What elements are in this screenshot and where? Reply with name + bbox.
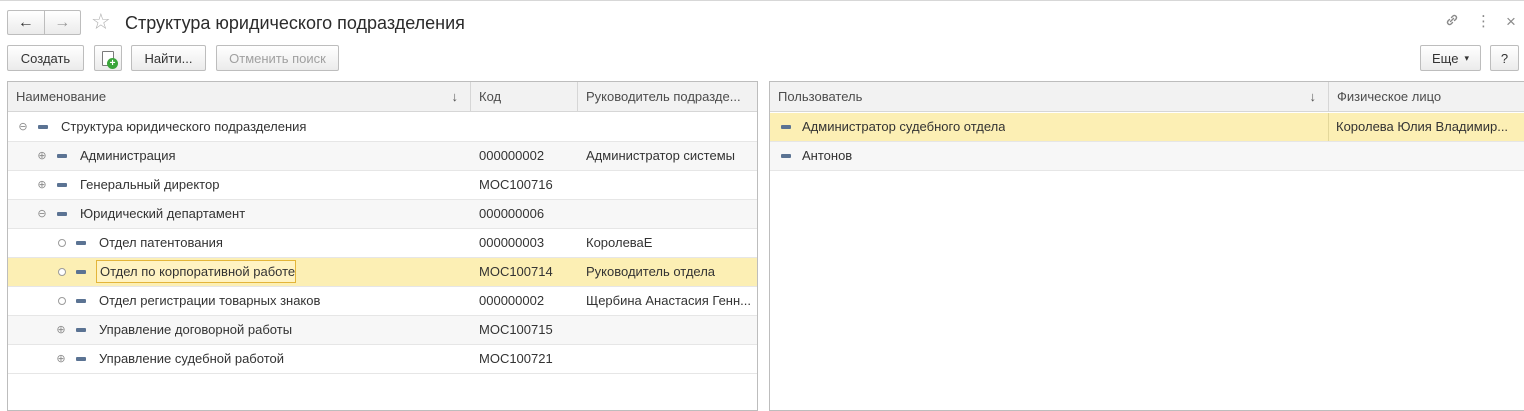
- chevron-down-icon: ▾: [1464, 52, 1469, 63]
- table-row[interactable]: Антонов: [770, 142, 1524, 171]
- more-vertical-icon[interactable]: ⋮: [1476, 12, 1491, 32]
- collapse-icon[interactable]: ⊖: [18, 113, 28, 141]
- row-code: 000000002: [479, 148, 545, 163]
- plus-badge: +: [107, 57, 118, 69]
- column-header-code[interactable]: Код: [471, 82, 578, 112]
- row-manager: Администратор системы: [586, 148, 735, 163]
- expand-icon[interactable]: ⊕: [56, 345, 66, 373]
- leaf-circle-icon: [58, 297, 66, 305]
- column-header-user[interactable]: Пользователь ↓: [770, 82, 1329, 112]
- collapse-icon[interactable]: ⊖: [37, 200, 47, 228]
- users-table[interactable]: Пользователь ↓ Физическое лицо Администр…: [769, 81, 1524, 411]
- row-user: Администратор судебного отдела: [802, 119, 1006, 134]
- page-title: Структура юридического подразделения: [125, 13, 465, 33]
- cancel-search-button[interactable]: Отменить поиск: [216, 45, 339, 71]
- table-header: Пользователь ↓ Физическое лицо: [770, 82, 1524, 112]
- item-icon: [76, 270, 86, 274]
- table-row[interactable]: ⊕ Управление договорной работы МОС100715: [8, 316, 757, 345]
- window-top-border: [0, 0, 1524, 1]
- more-button-label: Еще: [1432, 50, 1459, 66]
- document-add-icon: +: [102, 50, 118, 69]
- table-row[interactable]: ⊕ Управление судебной работой МОС100721: [8, 345, 757, 374]
- row-name: Юридический департамент: [80, 206, 246, 221]
- back-button[interactable]: ←: [8, 11, 44, 34]
- column-header-name-label: Наименование: [16, 89, 107, 104]
- group-item-icon: [76, 357, 86, 361]
- column-divider: [1328, 113, 1329, 141]
- row-code: МОС100716: [479, 177, 553, 192]
- row-code: МОС100721: [479, 351, 553, 366]
- table-row[interactable]: Отдел патентования 000000003 КоролеваЕ: [8, 229, 757, 258]
- arrow-right-icon: →: [54, 13, 71, 31]
- row-code: МОС100714: [479, 264, 553, 279]
- table-row[interactable]: ⊕ Администрация 000000002 Администратор …: [8, 142, 757, 171]
- column-header-user-label: Пользователь: [778, 89, 863, 104]
- sort-down-icon: ↓: [451, 89, 459, 104]
- table-row[interactable]: ⊕ Генеральный директор МОС100716: [8, 171, 757, 200]
- expand-icon[interactable]: ⊕: [37, 171, 47, 199]
- item-icon: [76, 299, 86, 303]
- sort-down-icon: ↓: [1309, 89, 1317, 104]
- row-name: Управление судебной работой: [99, 351, 284, 366]
- table-header: Наименование ↓ Код Руководитель подразде…: [8, 82, 757, 112]
- create-button[interactable]: Создать: [7, 45, 84, 71]
- item-icon: [76, 241, 86, 245]
- row-person: Королева Юлия Владимир...: [1336, 119, 1509, 134]
- table-row-selected[interactable]: Администратор судебного отдела Королева …: [770, 113, 1524, 142]
- row-name: Управление договорной работы: [99, 322, 293, 337]
- link-icon[interactable]: [1444, 12, 1460, 34]
- row-name: Структура юридического подразделения: [61, 119, 307, 134]
- chain-link-icon: [1446, 14, 1458, 26]
- create-copy-button[interactable]: +: [94, 45, 122, 71]
- arrow-left-icon: ←: [17, 13, 34, 31]
- close-icon[interactable]: ×: [1506, 12, 1516, 32]
- table-row-selected[interactable]: Отдел по корпоративной работе МОС100714 …: [8, 258, 757, 287]
- group-item-icon: [57, 183, 67, 187]
- item-icon: [781, 125, 791, 129]
- help-button[interactable]: ?: [1490, 45, 1519, 71]
- row-name: Отдел патентования: [99, 235, 223, 250]
- group-item-icon: [38, 125, 48, 129]
- row-code: 000000002: [479, 293, 545, 308]
- table-row[interactable]: ⊖ Юридический департамент 000000006: [8, 200, 757, 229]
- row-name: Отдел регистрации товарных знаков: [99, 293, 321, 308]
- expand-icon[interactable]: ⊕: [56, 316, 66, 344]
- table-row[interactable]: Отдел регистрации товарных знаков 000000…: [8, 287, 757, 316]
- group-item-icon: [76, 328, 86, 332]
- row-name-focused[interactable]: Отдел по корпоративной работе: [96, 260, 296, 283]
- group-item-icon: [57, 154, 67, 158]
- column-header-person[interactable]: Физическое лицо: [1329, 82, 1524, 112]
- forward-button[interactable]: →: [43, 11, 81, 34]
- expand-icon[interactable]: ⊕: [37, 142, 47, 170]
- row-code: МОС100715: [479, 322, 553, 337]
- departments-tree-table[interactable]: Наименование ↓ Код Руководитель подразде…: [7, 81, 758, 411]
- row-manager: КоролеваЕ: [586, 235, 653, 250]
- column-header-manager[interactable]: Руководитель подразде...: [578, 82, 757, 112]
- row-code: 000000003: [479, 235, 545, 250]
- leaf-circle-icon: [58, 239, 66, 247]
- more-button[interactable]: Еще ▾: [1420, 45, 1481, 71]
- navigation-buttons: ← →: [7, 10, 81, 35]
- find-button[interactable]: Найти...: [131, 45, 206, 71]
- row-name: Администрация: [80, 148, 176, 163]
- row-code: 000000006: [479, 206, 545, 221]
- item-icon: [781, 154, 791, 158]
- row-manager: Щербина Анастасия Генн...: [586, 293, 752, 308]
- row-name: Генеральный директор: [80, 177, 220, 192]
- row-user: Антонов: [802, 148, 853, 163]
- table-row[interactable]: ⊖ Структура юридического подразделения: [8, 113, 757, 142]
- favorite-star-icon[interactable]: ☆: [91, 9, 111, 35]
- column-header-name[interactable]: Наименование ↓: [8, 82, 471, 112]
- group-item-icon: [57, 212, 67, 216]
- leaf-circle-icon: [58, 268, 66, 276]
- row-manager: Руководитель отдела: [586, 264, 716, 279]
